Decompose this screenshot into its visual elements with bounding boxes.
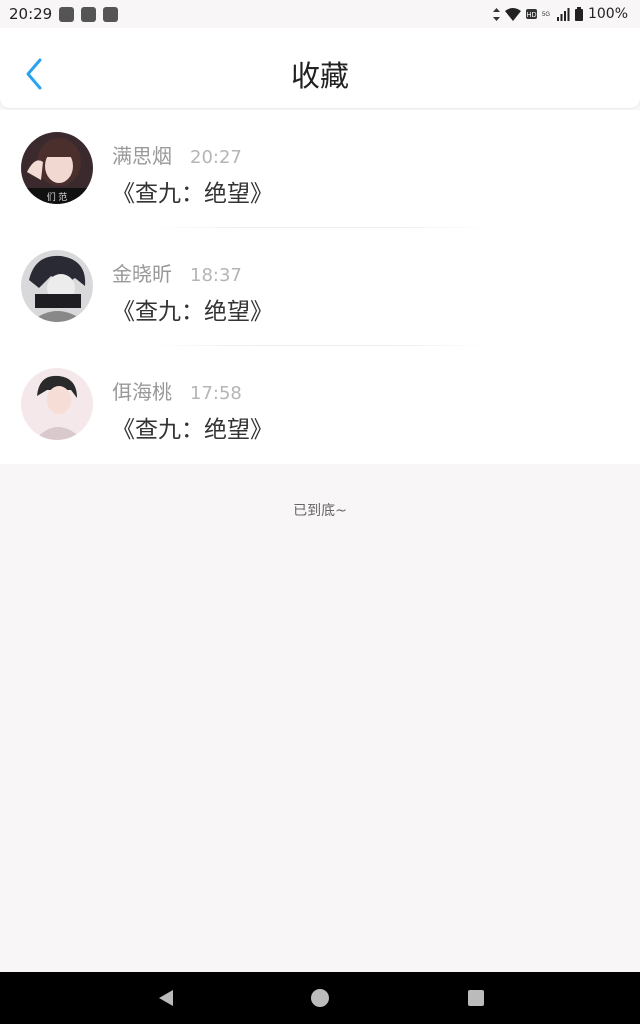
avatar: 们 范 [21, 132, 93, 204]
item-title: 《查九：绝望》 [112, 181, 273, 207]
end-of-list-text: 已到底~ [293, 503, 347, 519]
item-meta: 佴海桃 17:58 [112, 376, 242, 405]
favorite-item[interactable]: 佴海桃 17:58 《查九：绝望》 [0, 346, 640, 464]
avatar [21, 368, 93, 440]
svg-text:HD: HD [526, 12, 536, 19]
circle-home-icon [311, 989, 329, 1007]
battery-percentage: 100% [587, 6, 628, 22]
user-name: 金晓昕 [112, 262, 172, 286]
svg-text:们 范: 们 范 [47, 191, 68, 202]
favorites-list: 们 范 满思烟 20:27 《查九：绝望》 金晓昕 18:37 《查九：绝望》 [0, 110, 640, 464]
battery-icon [574, 7, 583, 21]
square-recents-icon [468, 990, 484, 1006]
item-title: 《查九：绝望》 [112, 417, 273, 443]
signal-icon [556, 7, 570, 21]
timestamp: 17:58 [190, 383, 242, 404]
page-title: 收藏 [290, 59, 349, 93]
nav-recents-button[interactable] [466, 988, 486, 1008]
navigation-bar [0, 972, 640, 1024]
network-5g-icon: 5G [542, 12, 550, 18]
notification-icon [59, 6, 75, 22]
status-right: HD 5G 100% [492, 6, 628, 22]
data-transfer-icon [492, 7, 500, 21]
app-header: 收藏 [0, 28, 640, 108]
nav-back-button[interactable] [156, 988, 176, 1008]
status-time: 20:29 [9, 5, 53, 23]
wifi-icon [504, 7, 521, 21]
notification-icon [81, 6, 97, 22]
status-bar: 20:29 HD 5G 100% [0, 0, 640, 28]
nav-home-button[interactable] [310, 988, 330, 1008]
item-meta: 金晓昕 18:37 [112, 258, 242, 287]
hd-icon: HD [525, 9, 537, 19]
item-title: 《查九：绝望》 [112, 299, 273, 325]
favorite-item[interactable]: 金晓昕 18:37 《查九：绝望》 [0, 228, 640, 346]
avatar [21, 250, 93, 322]
user-name: 满思烟 [112, 144, 172, 168]
triangle-back-icon [159, 990, 173, 1006]
notification-icon [103, 6, 119, 22]
timestamp: 20:27 [190, 147, 242, 168]
status-left: 20:29 [9, 5, 119, 23]
svg-text:5G: 5G [542, 12, 550, 18]
timestamp: 18:37 [190, 265, 242, 286]
user-name: 佴海桃 [112, 380, 172, 404]
favorite-item[interactable]: 们 范 满思烟 20:27 《查九：绝望》 [0, 110, 640, 228]
item-meta: 满思烟 20:27 [112, 140, 242, 169]
